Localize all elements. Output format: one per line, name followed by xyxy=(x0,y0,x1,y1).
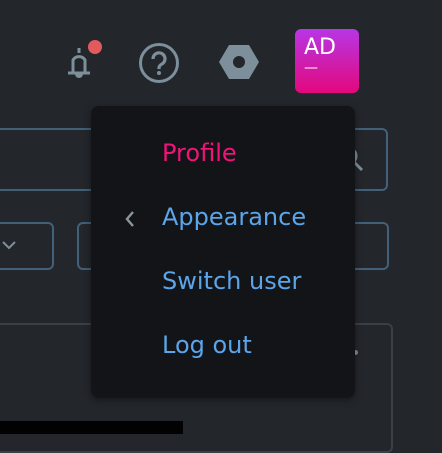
dropdown-select[interactable] xyxy=(0,222,54,270)
bell-icon xyxy=(68,40,102,78)
chevron-left-icon xyxy=(125,211,134,227)
gear-icon xyxy=(219,45,259,79)
menu-item-appearance[interactable]: Appearance xyxy=(162,203,306,231)
help-button[interactable] xyxy=(138,42,180,84)
menu-item-log-out[interactable]: Log out xyxy=(162,331,252,359)
menu-item-switch-user[interactable]: Switch user xyxy=(162,267,301,295)
settings-button[interactable] xyxy=(219,44,259,80)
user-avatar-button[interactable]: AD — xyxy=(295,29,359,93)
user-menu: Profile Appearance Switch user Log out xyxy=(91,106,355,398)
menu-item-profile[interactable]: Profile xyxy=(162,139,237,167)
notifications-button[interactable] xyxy=(60,40,102,82)
black-bar xyxy=(0,421,183,434)
help-icon xyxy=(139,43,179,83)
avatar-sub: — xyxy=(304,60,318,76)
notification-badge xyxy=(88,40,102,54)
chevron-down-icon xyxy=(2,241,16,250)
avatar-initials: AD xyxy=(304,35,336,60)
